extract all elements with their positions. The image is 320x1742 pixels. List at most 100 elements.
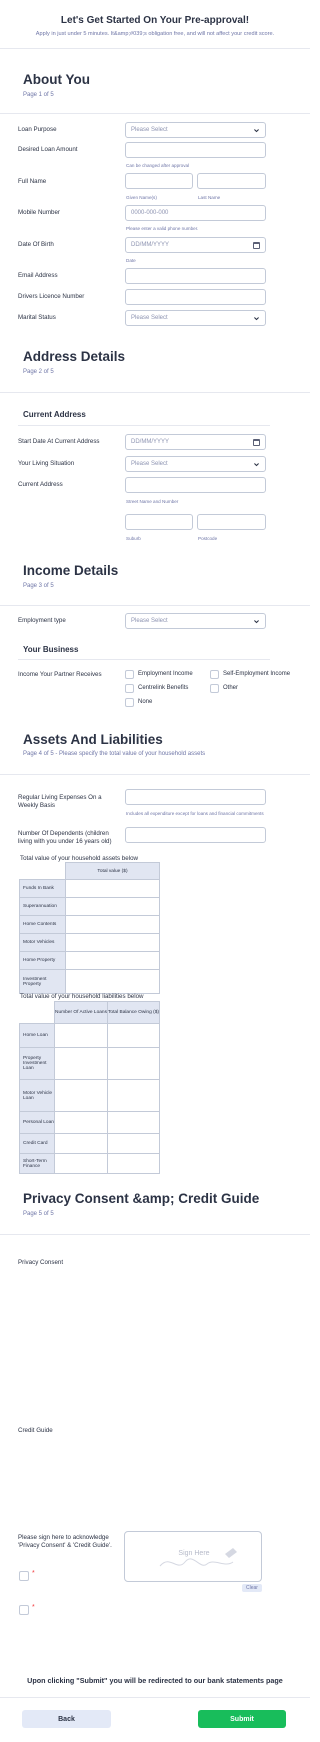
liability-cell[interactable] — [54, 1153, 108, 1174]
submit-button[interactable]: Submit — [198, 1710, 286, 1728]
checkbox-centrelink[interactable] — [125, 684, 134, 693]
liability-cell[interactable] — [54, 1023, 108, 1048]
row-header: Home Contents — [19, 915, 66, 934]
current-address-heading: Current Address — [23, 410, 86, 419]
row-header: Home Property — [19, 951, 66, 970]
required-mark: * — [32, 1604, 35, 1611]
asset-cell[interactable] — [65, 969, 160, 994]
living-situation-placeholder: Please Select — [131, 461, 168, 467]
liability-cell[interactable] — [54, 1111, 108, 1134]
asset-cell[interactable] — [65, 951, 160, 970]
living-situation-select[interactable]: Please Select — [125, 456, 266, 472]
expenses-label: Regular Living Expenses On a Weekly Basi… — [18, 794, 102, 809]
liability-cell[interactable] — [107, 1153, 160, 1174]
row-header: Personal Loan — [19, 1111, 55, 1134]
option-label: None — [138, 699, 153, 705]
asset-cell[interactable] — [65, 915, 160, 934]
employment-label: Employment type — [18, 617, 66, 624]
asset-cell[interactable] — [65, 879, 160, 898]
expenses-hint: Includes all expenditure except for loan… — [126, 811, 264, 816]
consent-checkbox-2[interactable] — [19, 1605, 29, 1615]
loan-amount-input[interactable] — [125, 142, 266, 158]
mobile-label: Mobile Number — [18, 209, 60, 216]
signature-pad[interactable]: Sign Here — [124, 1531, 262, 1582]
calendar-icon[interactable] — [253, 438, 260, 446]
marital-label: Marital Status — [18, 314, 56, 321]
signature-label: Please sign here to acknowledge 'Privacy… — [18, 1534, 112, 1549]
liability-cell[interactable] — [107, 1023, 160, 1048]
option-label: Self-Employment Income — [223, 671, 291, 677]
suburb-input[interactable] — [125, 514, 193, 530]
loan-purpose-label: Loan Purpose — [18, 126, 57, 133]
marital-select[interactable]: Please Select — [125, 310, 266, 326]
page-indicator: Page 5 of 5 — [23, 1211, 54, 1217]
divider — [0, 48, 310, 49]
checkbox-self-employment[interactable] — [210, 670, 219, 679]
liability-cell[interactable] — [107, 1133, 160, 1154]
column-header: Total value ($) — [65, 862, 160, 880]
mobile-placeholder: 0000-000-000 — [131, 210, 169, 216]
loan-purpose-select[interactable]: Please Select — [125, 122, 266, 138]
divider — [0, 1697, 310, 1698]
employment-placeholder: Please Select — [131, 618, 168, 624]
mobile-input[interactable]: 0000-000-000 — [125, 205, 266, 221]
chevron-down-icon — [254, 316, 259, 320]
liability-cell[interactable] — [107, 1047, 160, 1080]
checkbox-none[interactable] — [125, 698, 134, 707]
suburb-hint: Suburb — [126, 536, 141, 541]
divider — [0, 605, 310, 606]
licence-input[interactable] — [125, 289, 266, 305]
street-input[interactable] — [125, 477, 266, 493]
liability-cell[interactable] — [54, 1079, 108, 1112]
back-button[interactable]: Back — [22, 1710, 111, 1728]
last-name-input[interactable] — [197, 173, 266, 189]
liability-cell[interactable] — [54, 1047, 108, 1080]
row-header: Investment Property — [19, 969, 66, 994]
email-label: Email Address — [18, 272, 58, 279]
row-header: Property Investment Loan — [19, 1047, 55, 1080]
liability-cell[interactable] — [54, 1133, 108, 1154]
email-input[interactable] — [125, 268, 266, 284]
option-label: Other — [223, 685, 239, 691]
liability-cell[interactable] — [107, 1111, 160, 1134]
checkbox-employment-income[interactable] — [125, 670, 134, 679]
dependents-input[interactable] — [125, 827, 266, 843]
required-mark: * — [32, 1570, 35, 1577]
chevron-down-icon — [254, 619, 259, 623]
calendar-icon[interactable] — [253, 241, 260, 249]
row-header: Funds In Bank — [19, 879, 66, 898]
section-title-income: Income Details — [23, 563, 119, 578]
expenses-input[interactable] — [125, 789, 266, 805]
dependents-label: Number Of Dependents (children living wi… — [18, 830, 112, 845]
page-indicator: Page 1 of 5 — [23, 92, 54, 98]
liabilities-table-caption: Total value of your household liabilitie… — [20, 993, 144, 1000]
signature-placeholder: Sign Here — [178, 1550, 210, 1557]
liability-cell[interactable] — [107, 1079, 160, 1112]
divider — [0, 774, 310, 775]
form-title: Let's Get Started On Your Pre-approval! — [60, 15, 250, 26]
privacy-consent-label: Privacy Consent — [18, 1259, 64, 1266]
liabilities-table: Number Of Active Loans Total Balance Owin… — [19, 1001, 160, 1174]
dob-input[interactable]: DD/MM/YYYY — [125, 237, 266, 253]
licence-label: Drivers Licence Number — [18, 293, 85, 300]
divider — [18, 425, 270, 426]
row-header: Motor Vehicles — [19, 933, 66, 952]
credit-guide-label: Credit Guide — [18, 1427, 53, 1434]
checkbox-other[interactable] — [210, 684, 219, 693]
living-situation-label: Your Living Situation — [18, 460, 75, 467]
loan-purpose-placeholder: Please Select — [131, 127, 168, 133]
consent-checkbox-1[interactable] — [19, 1571, 29, 1581]
option-label: Employment Income — [138, 671, 193, 677]
employment-select[interactable]: Please Select — [125, 613, 266, 629]
postcode-input[interactable] — [197, 514, 266, 530]
current-address-label: Current Address — [18, 481, 63, 488]
start-date-input[interactable]: DD/MM/YYYY — [125, 434, 266, 450]
redirect-notice: Upon clicking "Submit" you will be redir… — [27, 1676, 283, 1685]
clear-signature-button[interactable]: Clear — [242, 1584, 262, 1592]
asset-cell[interactable] — [65, 933, 160, 952]
section-title-about: About You — [23, 72, 90, 87]
given-name-input[interactable] — [125, 173, 193, 189]
dob-label: Date Of Birth — [18, 241, 54, 248]
asset-cell[interactable] — [65, 897, 160, 916]
business-heading: Your Business — [23, 645, 79, 654]
